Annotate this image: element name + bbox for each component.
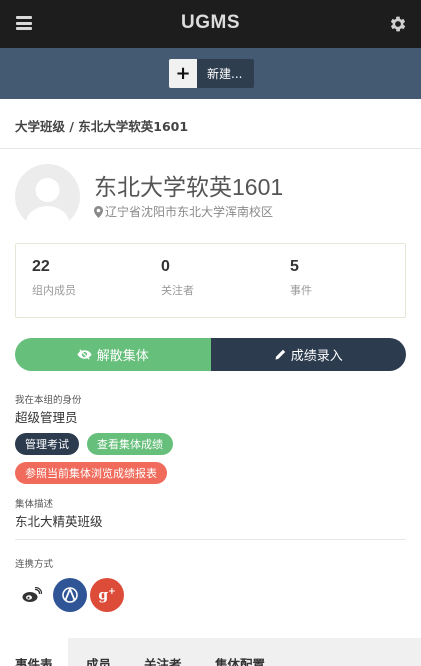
stat-followers[interactable]: 0 关注者	[161, 258, 194, 298]
stats-panel: 22 组内成员 0 关注者 5 事件	[15, 243, 406, 318]
pencil-icon	[275, 349, 285, 359]
contact-label: 连携方式	[15, 559, 54, 570]
stat-value: 5	[290, 258, 299, 275]
new-button[interactable]: + 新建...	[169, 59, 255, 88]
google-plus-icon[interactable]: g+	[90, 578, 124, 612]
view-group-scores-button[interactable]: 查看集体成绩	[87, 433, 173, 455]
stat-label: 关注者	[161, 284, 194, 297]
score-entry-label: 成绩录入	[290, 349, 343, 364]
top-navbar: UGMS	[0, 0, 421, 48]
tab-events[interactable]: 事件表	[0, 638, 68, 666]
gear-icon[interactable]	[388, 14, 408, 34]
weibo-glyph	[22, 587, 42, 602]
avatar	[15, 164, 80, 229]
dissolve-group-button[interactable]: 解散集体	[15, 338, 211, 371]
renren-glyph	[62, 587, 78, 603]
stat-members[interactable]: 22 组内成员	[32, 258, 76, 298]
eye-slash-icon	[77, 349, 92, 360]
group-location: 辽宁省沈阳市东北大学浑南校区	[94, 203, 273, 220]
action-bar: + 新建...	[0, 48, 421, 99]
new-button-label: 新建...	[197, 59, 255, 88]
group-name: 东北大学软英1601	[94, 174, 284, 200]
group-actions: 解散集体 成绩录入	[15, 338, 406, 371]
score-entry-button[interactable]: 成绩录入	[210, 338, 406, 371]
stat-value: 0	[161, 258, 170, 275]
avatar-placeholder-icon	[25, 178, 70, 229]
tab-group-settings[interactable]: 集体配置	[215, 654, 265, 666]
weibo-icon[interactable]	[15, 578, 49, 612]
plus-icon: +	[169, 59, 197, 88]
description-value: 东北大精英班级	[15, 514, 103, 529]
stat-events[interactable]: 5 事件	[290, 258, 312, 298]
identity-label: 我在本组的身份	[15, 395, 82, 406]
stat-label: 组内成员	[32, 284, 76, 297]
stat-value: 22	[32, 258, 50, 275]
score-report-button[interactable]: 参照当前集体浏览成绩报表	[15, 462, 167, 484]
tab-followers[interactable]: 关注者	[144, 654, 182, 666]
location-text: 辽宁省沈阳市东北大学浑南校区	[105, 205, 274, 219]
app-brand[interactable]: UGMS	[0, 12, 421, 34]
manage-exams-button[interactable]: 管理考试	[15, 433, 79, 455]
tab-members[interactable]: 成员	[86, 654, 111, 666]
divider	[15, 539, 406, 540]
identity-value: 超级管理员	[15, 410, 78, 425]
tab-bar: 事件表 成员 关注者 集体配置	[0, 638, 421, 666]
divider	[0, 148, 421, 149]
breadcrumb: 大学班级 / 东北大学软英1601	[15, 119, 189, 134]
stat-label: 事件	[290, 284, 312, 297]
description-label: 集体描述	[15, 499, 54, 510]
renren-icon[interactable]	[53, 578, 87, 612]
map-marker-icon	[94, 205, 103, 218]
dissolve-label: 解散集体	[96, 349, 149, 364]
google-plus-glyph: g+	[98, 586, 116, 604]
